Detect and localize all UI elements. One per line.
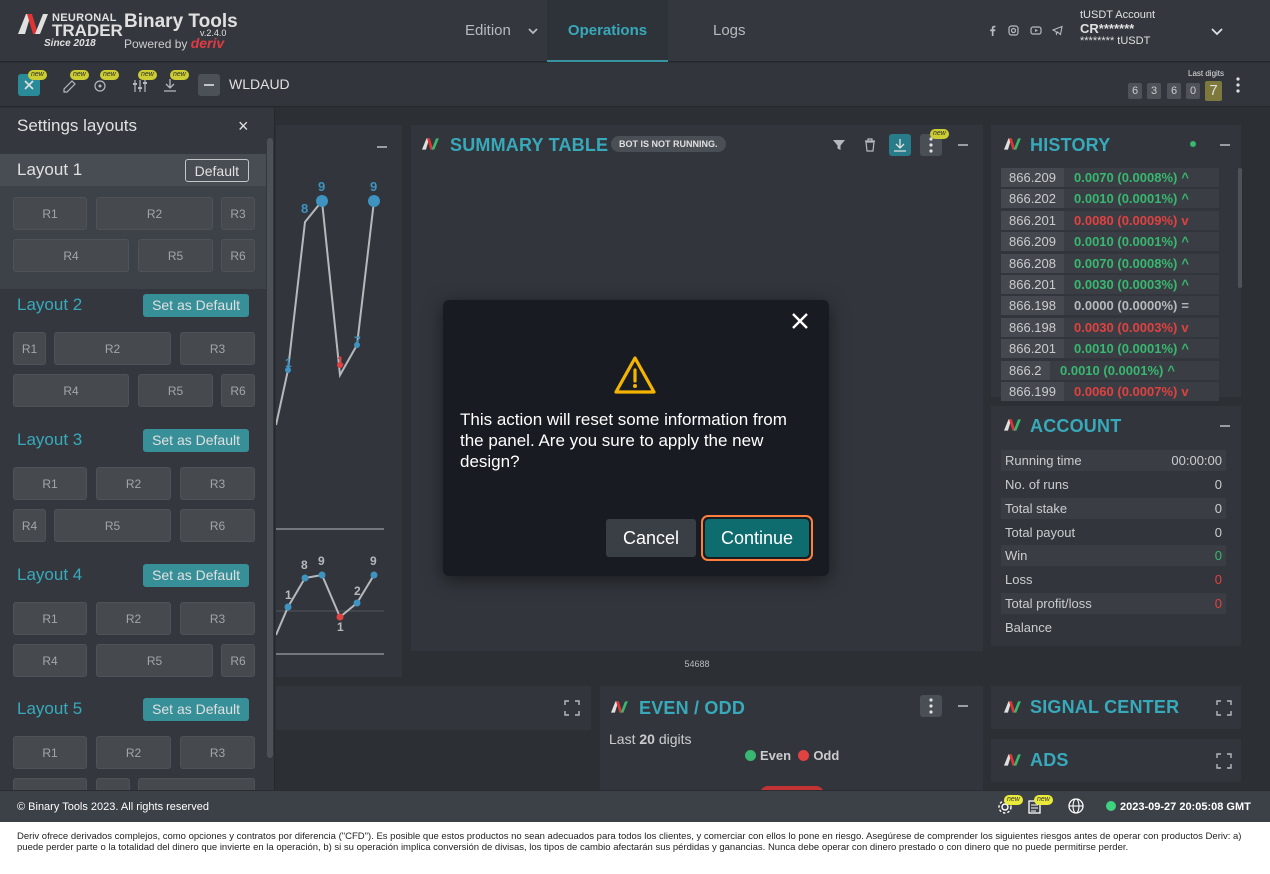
cancel-button[interactable]: Cancel xyxy=(606,519,696,557)
notes-footer-button[interactable]: new xyxy=(1026,795,1053,815)
globe-icon[interactable] xyxy=(1067,797,1085,815)
continue-button-label: Continue xyxy=(705,519,809,557)
settings-footer-button[interactable]: new xyxy=(996,795,1023,815)
risk-disclaimer: Deriv ofrece derivados complejos, como o… xyxy=(0,822,1270,874)
dialog-message: This action will reset some information … xyxy=(460,410,787,471)
copyright: © Binary Tools 2023. All rights reserved xyxy=(17,801,209,813)
close-icon[interactable] xyxy=(789,310,811,332)
new-badge: new xyxy=(1034,795,1053,805)
connection-status-dot xyxy=(1106,801,1116,811)
server-time-value: 2023-09-27 20:05:08 GMT xyxy=(1120,801,1251,813)
new-badge: new xyxy=(1004,795,1023,805)
warning-icon xyxy=(614,356,656,394)
reset-confirm-dialog: This action will reset some information … xyxy=(443,300,829,576)
footer: © Binary Tools 2023. All rights reserved… xyxy=(0,790,1270,822)
continue-button[interactable]: Continue xyxy=(701,515,813,561)
server-time: 2023-09-27 20:05:08 GMT xyxy=(1106,801,1251,813)
